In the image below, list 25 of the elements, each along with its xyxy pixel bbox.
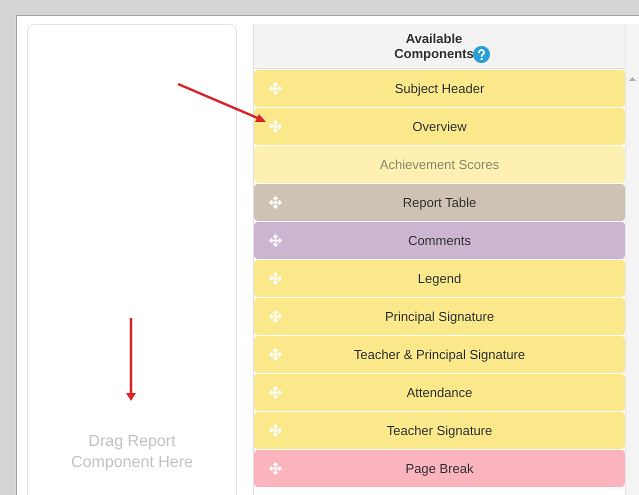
component-item[interactable]: Teacher Signature bbox=[254, 412, 625, 449]
move-icon[interactable] bbox=[269, 82, 282, 95]
component-item[interactable]: Overview bbox=[254, 108, 625, 145]
component-item[interactable]: Attendance bbox=[254, 374, 625, 411]
move-icon[interactable] bbox=[269, 424, 282, 437]
move-icon[interactable] bbox=[269, 272, 282, 285]
component-item: Achievement Scores bbox=[254, 146, 625, 183]
component-item[interactable]: Subject Header bbox=[254, 70, 625, 107]
move-icon[interactable] bbox=[269, 348, 282, 361]
move-icon[interactable] bbox=[269, 196, 282, 209]
component-item[interactable]: Teacher & Principal Signature bbox=[254, 336, 625, 373]
component-item[interactable]: Report Table bbox=[254, 184, 625, 221]
move-icon[interactable] bbox=[269, 310, 282, 323]
move-icon[interactable] bbox=[269, 234, 282, 247]
component-item[interactable]: Page Break bbox=[254, 450, 625, 487]
move-icon[interactable] bbox=[269, 386, 282, 399]
component-item[interactable]: Principal Signature bbox=[254, 298, 625, 335]
component-item[interactable]: Comments bbox=[254, 222, 625, 259]
help-icon[interactable] bbox=[473, 46, 490, 63]
move-icon[interactable] bbox=[269, 120, 282, 133]
drop-zone-placeholder: Drag Report Component Here bbox=[70, 432, 194, 473]
component-item[interactable]: Legend bbox=[254, 260, 625, 297]
move-icon[interactable] bbox=[269, 462, 282, 475]
scroll-up-icon[interactable] bbox=[629, 77, 636, 81]
panel-title: Available Components bbox=[393, 31, 475, 61]
